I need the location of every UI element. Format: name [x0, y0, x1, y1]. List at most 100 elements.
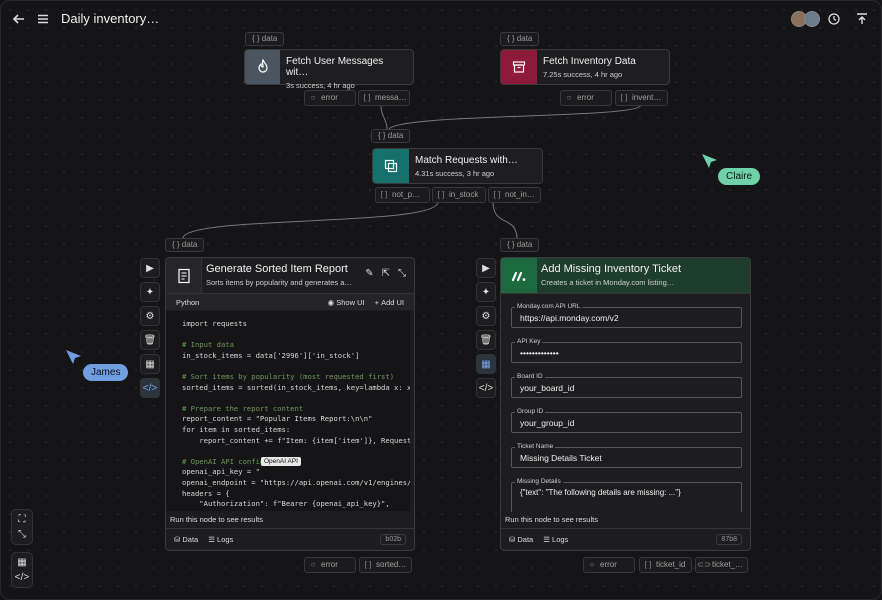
node-match-requests[interactable]: Match Requests with… 4.31s success, 3 hr…: [372, 148, 543, 184]
data-tab[interactable]: ⛁ Data: [509, 535, 533, 544]
node-add-ticket[interactable]: Add Missing Inventory Ticket Creates a t…: [500, 257, 751, 551]
external-link-icon[interactable]: ⇱: [382, 268, 390, 293]
gear-icon[interactable]: ⚙: [476, 306, 496, 326]
board-id-field[interactable]: your_board_id Board ID: [511, 373, 742, 398]
output-port-inventory[interactable]: [ ] invent…: [615, 90, 668, 106]
archive-icon: [501, 50, 537, 84]
shrink-icon[interactable]: ⤡: [18, 529, 26, 540]
port-type-icon: ○: [566, 93, 572, 102]
output-port-messages[interactable]: [ ] messa…: [358, 90, 410, 106]
node-title: Fetch User Messages wit…: [286, 56, 384, 78]
ticket-name-field[interactable]: Missing Details Ticket Ticket Name: [511, 443, 742, 468]
data-label: Data: [517, 535, 534, 544]
merge-icon: [373, 149, 409, 183]
monday-icon: [501, 258, 537, 293]
code-text[interactable]: import requests # Input data in_stock_ite…: [182, 319, 410, 510]
code-line: openai_api_key = ": [182, 467, 260, 477]
play-icon[interactable]: ▶: [140, 258, 160, 278]
node-generate-report[interactable]: Generate Sorted Item Report Sorts items …: [165, 257, 415, 551]
output-port-in-stock[interactable]: [ ] in_stock: [432, 187, 486, 203]
port-type-icon: ⊂⊃: [697, 560, 711, 569]
node-status: 3s success, 4 hr ago: [286, 81, 355, 90]
output-port-sorted[interactable]: [ ] sorted…: [359, 557, 412, 573]
pencil-icon[interactable]: ✎: [365, 268, 373, 293]
output-port-error[interactable]: ○ error: [304, 557, 356, 573]
field-label: API Key: [515, 338, 543, 345]
logs-label: Logs: [552, 535, 569, 544]
data-tab[interactable]: ⛁ Data: [174, 535, 198, 544]
code-editor[interactable]: import requests # Input data in_stock_ite…: [166, 311, 410, 511]
gear-icon[interactable]: ⚙: [140, 306, 160, 326]
node-subtitle: Sorts items by popularity and generates …: [206, 278, 352, 287]
data-input-pill: { } data: [500, 32, 540, 46]
output-port-error[interactable]: ○ error: [583, 557, 635, 573]
output-port-not-popular[interactable]: [ ] not_p…: [375, 187, 430, 203]
output-port-error[interactable]: ○ error: [560, 90, 612, 106]
field-value[interactable]: your_group_id: [511, 412, 742, 433]
node-hash: 87b8: [716, 534, 742, 545]
data-input-pill: { } data: [500, 238, 540, 252]
sparkle-icon[interactable]: ✦: [476, 282, 496, 302]
port-type-icon: [ ]: [437, 190, 445, 199]
fit-view-icon[interactable]: ⛶: [19, 514, 26, 525]
monday-api-url-field[interactable]: https://api.monday.com/v2 Monday.com API …: [511, 303, 742, 328]
output-port-error[interactable]: ○ error: [304, 90, 356, 106]
node-title: Add Missing Inventory Ticket: [541, 263, 682, 275]
group-id-field[interactable]: your_group_id Group ID: [511, 408, 742, 433]
secret-badge[interactable]: OpenAI API: [261, 457, 301, 466]
missing-details-field[interactable]: {"text": "The following details are miss…: [511, 478, 742, 512]
code-line: openai_endpoint = "https://api.openai.co…: [182, 477, 410, 487]
field-value[interactable]: your_board_id: [511, 377, 742, 398]
field-value[interactable]: {"text": "The following details are miss…: [511, 482, 742, 512]
grid-icon[interactable]: ▦: [476, 354, 496, 374]
field-label: Group ID: [515, 408, 546, 415]
port-label: sorted…: [376, 560, 407, 569]
workflow-canvas[interactable]: Daily inventory… { } data { } data { } d…: [0, 0, 882, 600]
logs-label: Logs: [217, 535, 234, 544]
play-icon[interactable]: ▶: [476, 258, 496, 278]
trash-icon[interactable]: 🗑: [140, 330, 160, 350]
node-fetch-user-messages[interactable]: Fetch User Messages wit… 3s success, 4 h…: [244, 49, 414, 90]
port-label: error: [321, 93, 338, 102]
port-label: invent…: [632, 93, 662, 102]
show-ui-button[interactable]: Show UI: [336, 298, 364, 307]
document-icon: [166, 258, 202, 293]
node-title: Generate Sorted Item Report: [206, 263, 348, 275]
grid-icon[interactable]: ▦: [140, 354, 160, 374]
collapse-icon[interactable]: ⤡: [398, 268, 406, 293]
field-label: Missing Details: [515, 478, 563, 485]
port-label: not_p…: [392, 190, 421, 199]
trash-icon[interactable]: 🗑: [476, 330, 496, 350]
grid-icon[interactable]: ▦: [17, 557, 26, 568]
port-type-icon: ○: [589, 560, 595, 569]
port-label: in_stock: [449, 190, 479, 199]
logs-icon: ☰: [208, 535, 218, 544]
port-type-icon: [ ]: [363, 93, 371, 102]
field-value[interactable]: Missing Details Ticket: [511, 447, 742, 468]
code-icon[interactable]: </>: [15, 572, 29, 583]
field-value[interactable]: https://api.monday.com/v2: [511, 307, 742, 328]
node-status: 7.25s success, 4 hr ago: [543, 70, 623, 79]
code-line: # Input data: [182, 340, 234, 350]
port-label: not_in…: [505, 190, 535, 199]
node-fetch-inventory-data[interactable]: Fetch Inventory Data 7.25s success, 4 hr…: [500, 49, 670, 85]
api-key-field[interactable]: ••••••••••••• API Key: [511, 338, 742, 363]
field-label: Ticket Name: [515, 443, 556, 450]
code-icon[interactable]: </>: [476, 378, 496, 398]
field-value[interactable]: •••••••••••••: [511, 342, 742, 363]
output-port-ticket-id[interactable]: [ ] ticket_id: [639, 557, 692, 573]
output-port-ticket-url[interactable]: ⊂⊃ticket_…: [695, 557, 748, 573]
output-port-not-in-stock[interactable]: [ ] not_in…: [488, 187, 541, 203]
add-ui-button[interactable]: Add UI: [381, 298, 404, 307]
cursor-arrow-icon: [702, 154, 717, 168]
code-line: sorted_items = sorted(in_stock_items, ke…: [182, 382, 410, 392]
port-type-icon: [ ]: [380, 190, 388, 199]
logs-tab[interactable]: ☰ Logs: [543, 535, 568, 544]
code-line: # Prepare the report content: [182, 403, 304, 413]
sparkle-icon[interactable]: ✦: [140, 282, 160, 302]
code-icon[interactable]: </>: [140, 378, 160, 398]
logs-tab[interactable]: ☰ Logs: [208, 535, 233, 544]
node-hash: b02b: [380, 534, 406, 545]
